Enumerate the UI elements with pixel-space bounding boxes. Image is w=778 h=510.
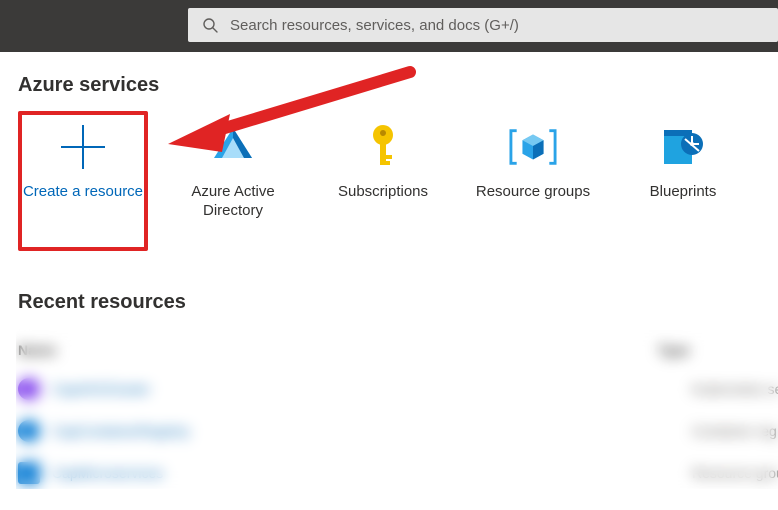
azure-services-tiles: Create a resource Azure Active Directory bbox=[18, 111, 766, 255]
key-icon bbox=[359, 123, 407, 171]
tile-create-resource[interactable]: Create a resource bbox=[18, 111, 148, 251]
search-input[interactable] bbox=[228, 16, 764, 35]
top-bar bbox=[0, 0, 778, 52]
plus-icon bbox=[59, 123, 107, 171]
pyramid-icon bbox=[209, 123, 257, 171]
tile-blueprints[interactable]: Blueprints bbox=[618, 111, 748, 255]
tile-label: Blueprints bbox=[650, 183, 717, 202]
tile-label: Create a resource bbox=[23, 183, 143, 202]
tile-azure-active-directory[interactable]: Azure Active Directory bbox=[168, 111, 298, 255]
tile-label: Azure Active Directory bbox=[168, 183, 298, 221]
tile-label: Resource groups bbox=[476, 183, 590, 202]
recent-resources: Recent resources Name Type CapAKSCluster… bbox=[18, 291, 766, 494]
blueprint-icon bbox=[659, 123, 707, 171]
tile-label: Subscriptions bbox=[338, 183, 428, 202]
search-icon bbox=[202, 17, 218, 33]
tile-resource-groups[interactable]: Resource groups bbox=[468, 111, 598, 255]
blurred-overlay bbox=[16, 329, 778, 489]
tile-subscriptions[interactable]: Subscriptions bbox=[318, 111, 448, 255]
main-content: Azure services Create a resource Azure A… bbox=[0, 52, 778, 494]
global-search[interactable] bbox=[188, 8, 778, 42]
azure-services-heading: Azure services bbox=[18, 74, 766, 97]
cube-brackets-icon bbox=[509, 123, 557, 171]
recent-resources-heading: Recent resources bbox=[18, 291, 766, 314]
